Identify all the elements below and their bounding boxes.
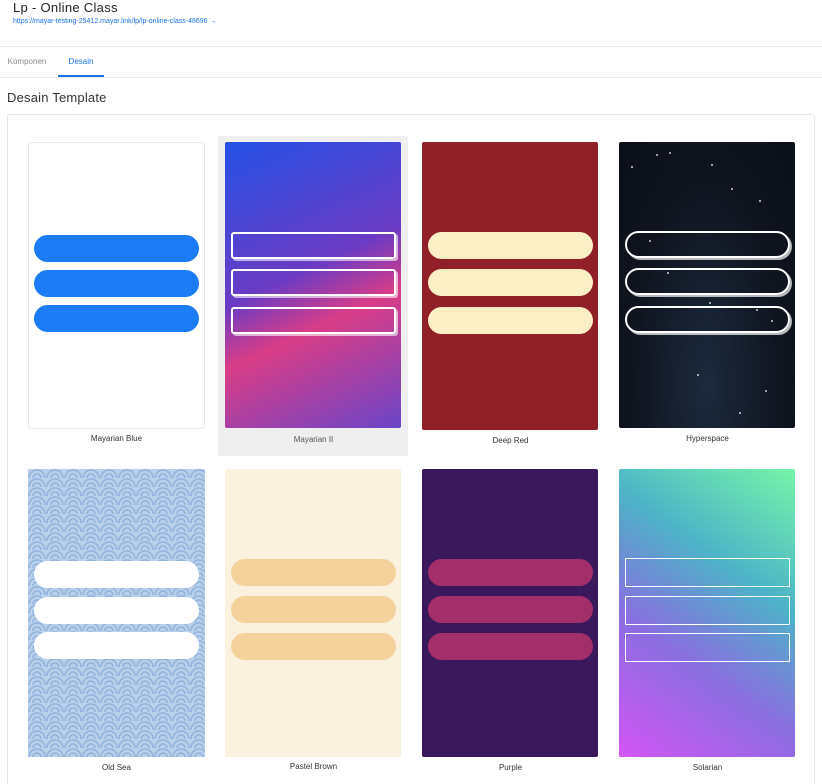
template-preview-purple (422, 469, 598, 757)
template-preview-old-sea (28, 469, 205, 757)
preview-button (34, 270, 199, 297)
preview-button (625, 558, 790, 587)
template-card-purple[interactable]: Purple (422, 469, 599, 779)
tab-bar: Komponen Desain (0, 48, 822, 78)
star-icon (731, 188, 733, 190)
star-icon (709, 302, 711, 304)
template-card-old-sea[interactable]: Old Sea (28, 469, 205, 779)
template-name: Pastel Brown (289, 762, 338, 771)
preview-button (625, 596, 790, 625)
preview-button (34, 561, 199, 588)
preview-button (428, 559, 593, 586)
preview-button (625, 306, 790, 333)
star-icon (711, 164, 713, 166)
star-icon (631, 166, 633, 168)
preview-button (231, 559, 396, 586)
tab-desain[interactable]: Desain (58, 48, 104, 77)
template-name: Old Sea (102, 763, 131, 772)
preview-button (428, 596, 593, 623)
preview-button (34, 235, 199, 262)
template-preview-pastel-brown (225, 469, 401, 757)
preview-button (231, 633, 396, 660)
preview-button (34, 597, 199, 624)
preview-button (231, 307, 396, 334)
preview-button (428, 232, 593, 259)
template-name: Hyperspace (686, 434, 729, 443)
template-card-deep-red[interactable]: Deep Red (422, 142, 599, 452)
star-icon (656, 154, 658, 156)
preview-button (231, 269, 396, 296)
preview-button (34, 305, 199, 332)
page-title: Lp - Online Class (13, 0, 118, 15)
star-icon (759, 200, 761, 202)
preview-button (428, 633, 593, 660)
preview-button (625, 633, 790, 662)
star-icon (765, 390, 767, 392)
preview-button (625, 231, 790, 258)
preview-button (625, 268, 790, 295)
preview-button (231, 232, 396, 259)
template-name: Solarian (692, 763, 723, 772)
template-preview-solarian (619, 469, 795, 757)
preview-button (231, 596, 396, 623)
page-url-link[interactable]: https://mayar-testing-25412.mayar.link/l… (13, 18, 217, 25)
template-name: Purple (498, 763, 523, 772)
template-card-mayarian-blue[interactable]: Mayarian Blue (28, 142, 205, 452)
template-card-solarian[interactable]: Solarian (619, 469, 796, 779)
star-icon (669, 152, 671, 154)
template-preview-mayarian-blue (28, 142, 205, 429)
star-icon (739, 412, 741, 414)
template-preview-hyperspace (619, 142, 795, 428)
preview-button (428, 269, 593, 296)
template-preview-deep-red (422, 142, 598, 430)
template-name: Deep Red (492, 436, 529, 445)
star-icon (697, 374, 699, 376)
preview-button (34, 632, 199, 659)
tab-komponen[interactable]: Komponen (4, 48, 50, 77)
template-name: Mayarian II (293, 435, 334, 444)
template-name: Mayarian Blue (90, 434, 143, 443)
preview-button (428, 307, 593, 334)
template-card-mayarian-ii[interactable]: Mayarian II (225, 142, 402, 452)
template-preview-mayarian-ii (225, 142, 401, 428)
template-card-pastel-brown[interactable]: Pastel Brown (225, 469, 402, 779)
section-title: Desain Template (7, 90, 107, 105)
template-card-hyperspace[interactable]: Hyperspace (619, 142, 796, 452)
page-header: Lp - Online Class https://mayar-testing-… (0, 0, 822, 47)
